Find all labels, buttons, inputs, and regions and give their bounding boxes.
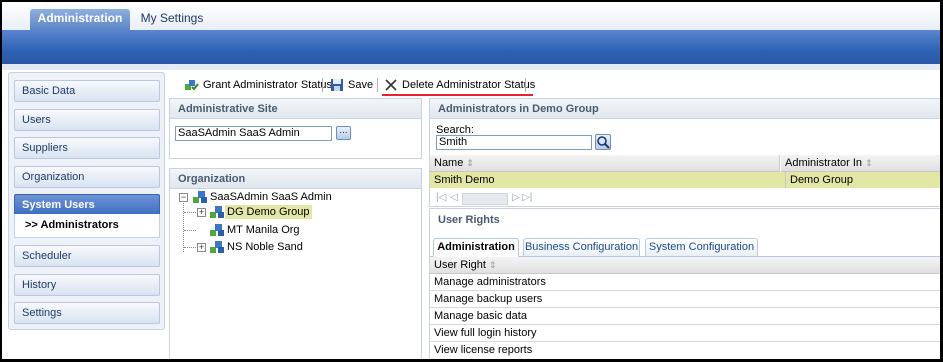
close-icon bbox=[385, 79, 397, 91]
column-header-name[interactable]: Name ⇕ bbox=[430, 155, 780, 172]
header-band bbox=[2, 30, 940, 64]
toolbar-divider bbox=[377, 78, 378, 92]
column-header-user-right-label: User Right bbox=[434, 259, 486, 271]
org-root-icon bbox=[193, 191, 207, 203]
user-rights-tabs: Administration Business Configuration Sy… bbox=[430, 238, 940, 257]
first-page-icon[interactable]: |◁ bbox=[436, 192, 446, 203]
prev-page-icon[interactable]: ◁ bbox=[450, 192, 458, 203]
search-input[interactable]: Smith bbox=[436, 135, 592, 150]
organization-panel: Organization − SaaSAdmin SaaS Admin + DG… bbox=[169, 168, 422, 359]
administrators-title: Administrators in Demo Group bbox=[430, 99, 940, 119]
tab-business-configuration[interactable]: Business Configuration bbox=[523, 238, 640, 256]
table-row[interactable]: View full login history bbox=[430, 325, 940, 341]
column-header-admin-in-label: Administrator In bbox=[785, 157, 863, 169]
column-header-admin-in[interactable]: Administrator In ⇕ bbox=[781, 155, 940, 172]
tree-connector bbox=[184, 247, 196, 248]
table-row[interactable]: Manage administrators bbox=[430, 274, 940, 290]
sidebar: Basic Data Users Suppliers Organization … bbox=[8, 72, 165, 330]
tab-system-configuration[interactable]: System Configuration bbox=[645, 238, 758, 256]
expand-icon[interactable]: + bbox=[197, 243, 206, 252]
grant-admin-label: Grant Administrator Status bbox=[203, 79, 332, 91]
pager: |◁ ◁ ▷ ▷| bbox=[436, 192, 546, 206]
page-number-field[interactable] bbox=[462, 193, 508, 205]
sort-icon: ⇕ bbox=[865, 158, 873, 168]
search-button[interactable] bbox=[595, 134, 611, 150]
header-subband bbox=[2, 64, 940, 70]
admin-site-title: Administrative Site bbox=[170, 99, 421, 119]
sidebar-item-organization[interactable]: Organization bbox=[14, 166, 160, 188]
cell-admin-in: Demo Group bbox=[785, 172, 853, 188]
column-header-name-label: Name bbox=[434, 157, 464, 169]
sidebar-item-suppliers[interactable]: Suppliers bbox=[14, 137, 160, 159]
sidebar-item-settings[interactable]: Settings bbox=[14, 302, 160, 324]
sidebar-item-basic-data[interactable]: Basic Data bbox=[14, 80, 160, 102]
next-page-icon[interactable]: ▷ bbox=[512, 192, 520, 203]
sort-icon: ⇕ bbox=[489, 260, 497, 270]
grant-admin-icon bbox=[185, 80, 199, 91]
table-row[interactable]: Manage backup users bbox=[430, 291, 940, 307]
highlight-underline bbox=[382, 94, 533, 96]
tab-administration[interactable]: Administration bbox=[30, 9, 130, 30]
cell-name: Smith Demo bbox=[434, 174, 495, 186]
table-row[interactable]: View license reports bbox=[430, 342, 940, 358]
toolbar-divider bbox=[525, 78, 526, 92]
browse-button[interactable]: ... bbox=[336, 126, 351, 140]
tree-connector bbox=[184, 230, 196, 231]
org-node[interactable]: MT Manila Org bbox=[227, 223, 300, 237]
save-icon bbox=[331, 79, 343, 91]
toolbar-divider bbox=[322, 78, 323, 92]
delete-admin-label: Delete Administrator Status bbox=[402, 79, 536, 91]
save-label: Save bbox=[348, 79, 374, 91]
tree-connector bbox=[183, 203, 184, 252]
org-node-selected[interactable]: DG Demo Group bbox=[225, 205, 312, 219]
top-nav-bar: Administration My Settings bbox=[2, 2, 940, 30]
tab-my-settings[interactable]: My Settings bbox=[137, 9, 207, 30]
org-node-icon bbox=[210, 241, 224, 253]
collapse-icon[interactable]: − bbox=[179, 193, 188, 202]
org-node-icon bbox=[210, 224, 224, 236]
tree-connector bbox=[184, 212, 196, 213]
org-node[interactable]: NS Noble Sand bbox=[227, 240, 303, 254]
expand-icon[interactable]: + bbox=[197, 208, 206, 217]
app-frame: Administration My Settings Basic Data Us… bbox=[2, 2, 940, 359]
org-root-label[interactable]: SaaSAdmin SaaS Admin bbox=[210, 190, 332, 204]
sidebar-item-history[interactable]: History bbox=[14, 274, 160, 296]
column-header-user-right[interactable]: User Right ⇕ bbox=[430, 257, 940, 274]
sidebar-item-users[interactable]: Users bbox=[14, 109, 160, 131]
org-node-icon bbox=[210, 206, 224, 218]
organization-title: Organization bbox=[170, 169, 421, 189]
search-icon bbox=[597, 136, 610, 149]
tab-administration-rights[interactable]: Administration bbox=[433, 238, 519, 257]
admin-site-field[interactable]: SaaSAdmin SaaS Admin bbox=[175, 126, 332, 141]
sidebar-item-system-users[interactable]: System Users bbox=[14, 194, 160, 216]
table-row[interactable]: Manage basic data bbox=[430, 308, 940, 324]
toolbar: Grant Administrator Status Save Delete A… bbox=[169, 72, 940, 98]
admin-site-panel: Administrative Site SaaSAdmin SaaS Admin… bbox=[169, 98, 422, 159]
user-rights-panel: User Rights Administration Business Conf… bbox=[429, 208, 940, 359]
user-rights-title: User Rights bbox=[430, 209, 940, 231]
sort-icon: ⇕ bbox=[466, 158, 474, 168]
last-page-icon[interactable]: ▷| bbox=[522, 192, 532, 203]
sidebar-item-scheduler[interactable]: Scheduler bbox=[14, 245, 160, 267]
table-row[interactable]: Smith Demo Demo Group bbox=[430, 172, 940, 188]
administrators-panel: Administrators in Demo Group Search: Smi… bbox=[429, 98, 940, 207]
sidebar-subitem-administrators[interactable]: >> Administrators bbox=[14, 214, 160, 238]
